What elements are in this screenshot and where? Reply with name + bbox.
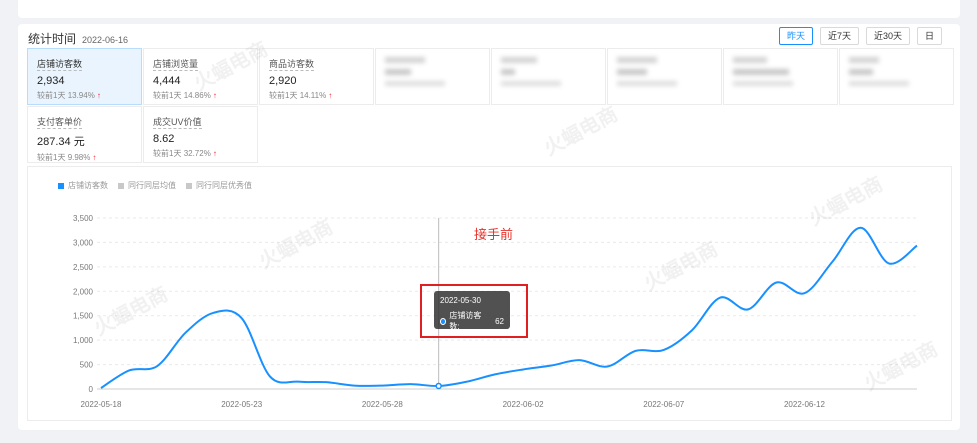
metric-name: 店铺浏览量 (153, 59, 199, 71)
arrow-up-icon: ↑ (96, 91, 101, 100)
metric-name: 支付客单价 (37, 117, 83, 129)
y-tick-label: 2,000 (73, 287, 94, 296)
y-tick-label: 3,000 (73, 238, 94, 247)
legend-item-peer-excellent[interactable]: 同行同层优秀值 (186, 180, 252, 191)
compare-label: 较前1天 (153, 91, 182, 100)
metric-card-blurred[interactable] (375, 48, 490, 105)
metric-value: 8.62 (153, 133, 175, 145)
y-tick-label: 1,000 (73, 336, 94, 345)
tooltip-value: 62 (495, 316, 504, 326)
metric-value: 2,934 (37, 75, 65, 87)
metric-card-avg-order-value[interactable]: 支付客单价 287.34 元 较前1天 9.98% ↑ (27, 106, 142, 163)
metric-value: 287.34 元 (37, 136, 85, 148)
metric-card-pageviews[interactable]: 店铺浏览量 4,444 较前1天 14.86% ↑ (143, 48, 258, 105)
annotation-label: 接手前 (474, 228, 514, 243)
arrow-up-icon: ↑ (328, 91, 333, 100)
metric-value: 4,444 (153, 75, 181, 87)
metric-name: 店铺访客数 (37, 59, 83, 71)
y-tick-label: 2,500 (73, 263, 94, 272)
metric-card-product-visitors[interactable]: 商品访客数 2,920 较前1天 14.11% ↑ (259, 48, 374, 105)
metric-compare: 较前1天 14.86% ↑ (153, 90, 248, 101)
compare-label: 较前1天 (37, 153, 66, 162)
legend-square-icon (186, 182, 192, 189)
legend-label: 店铺访客数 (68, 181, 108, 190)
top-panel-strip (18, 0, 960, 18)
blurred-content (733, 57, 828, 86)
arrow-up-icon: ↑ (212, 91, 217, 100)
metric-card-blurred[interactable] (839, 48, 954, 105)
chart-legend: 店铺访客数 同行同层均值 同行同层优秀值 (58, 180, 252, 191)
blurred-content (385, 57, 480, 86)
tooltip-row: 店铺访客数: 62 (440, 310, 504, 332)
legend-label: 同行同层均值 (128, 181, 176, 190)
x-tick-label: 2022-06-02 (503, 400, 544, 409)
y-tick-label: 0 (89, 385, 94, 394)
range-7days-button[interactable]: 近7天 (819, 27, 859, 45)
metric-compare: 较前1天 14.11% ↑ (269, 90, 364, 101)
metric-compare: 较前1天 9.98% ↑ (37, 152, 132, 163)
hover-point[interactable] (435, 382, 442, 390)
y-tick-label: 500 (80, 361, 94, 370)
range-day-button[interactable]: 日 (916, 27, 942, 45)
legend-item-visitors[interactable]: 店铺访客数 (58, 180, 108, 191)
range-yesterday-button[interactable]: 昨天 (778, 27, 813, 45)
metric-cards: 店铺访客数 2,934 较前1天 13.94% ↑ 店铺浏览量 4,444 较前1… (27, 48, 954, 166)
stats-date: 2022-06-16 (82, 35, 129, 45)
compare-value: 14.86% (183, 91, 211, 100)
compare-label: 较前1天 (153, 149, 182, 158)
metric-name: 成交UV价值 (153, 117, 202, 129)
metric-compare: 较前1天 32.72% ↑ (153, 148, 248, 159)
arrow-up-icon: ↑ (212, 149, 217, 158)
compare-value: 13.94% (67, 91, 95, 100)
compare-label: 较前1天 (269, 91, 298, 100)
metric-card-blurred[interactable] (723, 48, 838, 105)
compare-value: 9.98% (67, 153, 91, 162)
compare-value: 32.72% (183, 149, 211, 158)
metric-value: 2,920 (269, 75, 297, 87)
x-tick-label: 2022-06-12 (784, 400, 825, 409)
blurred-content (501, 57, 596, 86)
compare-label: 较前1天 (37, 91, 66, 100)
date-range-buttons: 昨天 近7天 近30天 日 (778, 27, 942, 45)
y-tick-label: 1,500 (73, 312, 94, 321)
arrow-up-icon: ↑ (92, 153, 97, 162)
chart-tooltip: 2022-05-30 店铺访客数: 62 (434, 291, 510, 332)
x-tick-label: 2022-05-23 (221, 400, 262, 409)
tooltip-series-label: 店铺访客数: (449, 311, 482, 331)
blurred-content (849, 57, 944, 86)
metric-card-uv-value[interactable]: 成交UV价值 8.62 较前1天 32.72% ↑ (143, 106, 258, 163)
compare-value: 14.11% (299, 91, 327, 100)
tooltip-date: 2022-05-30 (440, 296, 481, 305)
legend-item-peer-avg[interactable]: 同行同层均值 (118, 180, 176, 191)
legend-label: 同行同层优秀值 (196, 181, 252, 190)
x-tick-label: 2022-06-07 (643, 400, 684, 409)
range-30days-button[interactable]: 近30天 (865, 27, 910, 45)
metric-card-visitors[interactable]: 店铺访客数 2,934 较前1天 13.94% ↑ (27, 48, 142, 105)
metric-card-blurred[interactable] (491, 48, 606, 105)
stats-header: 统计时间 2022-06-16 (28, 30, 128, 47)
metric-card-blurred[interactable] (607, 48, 722, 105)
x-tick-label: 2022-05-18 (81, 400, 122, 409)
blurred-content (617, 57, 712, 86)
y-tick-label: 3,500 (73, 214, 94, 223)
metric-compare: 较前1天 13.94% ↑ (37, 90, 132, 101)
metric-name: 商品访客数 (269, 59, 315, 71)
x-tick-label: 2022-05-28 (362, 400, 403, 409)
legend-square-icon (118, 182, 124, 189)
stats-title: 统计时间 (28, 32, 77, 46)
legend-square-icon (58, 182, 64, 189)
series-dot-icon (440, 317, 447, 325)
